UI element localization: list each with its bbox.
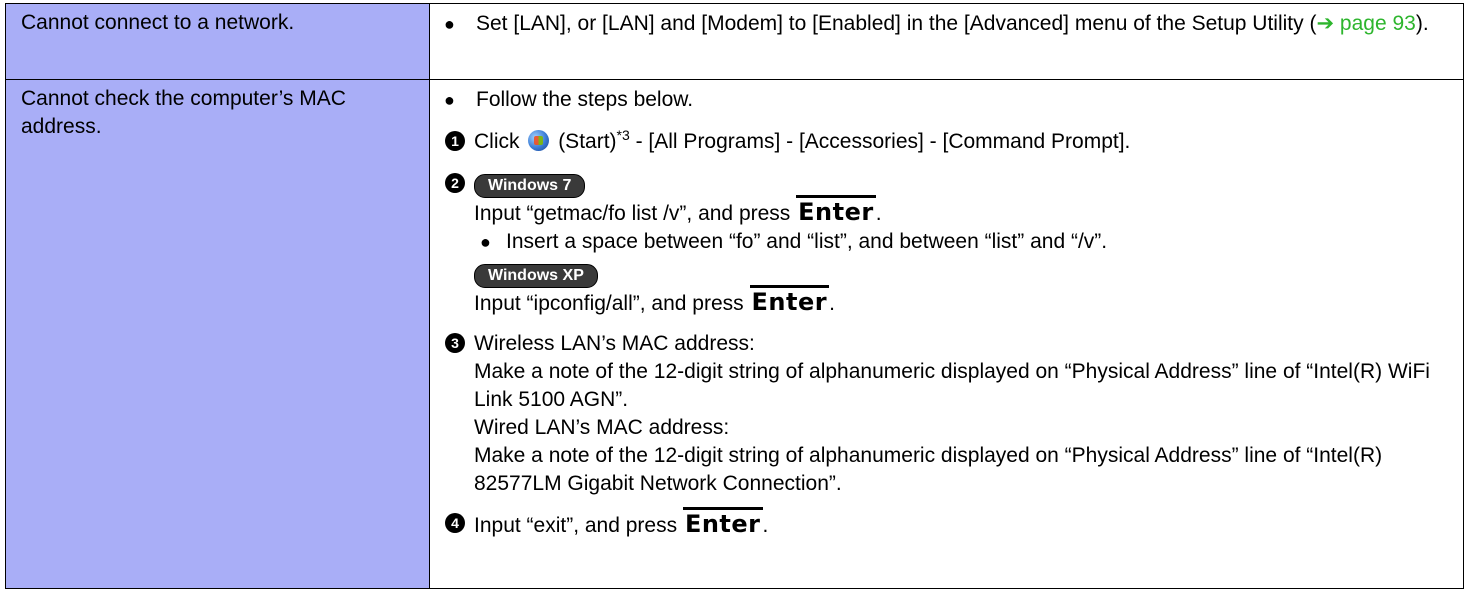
step-4: 4 Input “exit”, and press Enter.: [440, 507, 1455, 540]
step2-win7-text: Input “getmac/fo list /v”, and press: [474, 202, 791, 225]
enter-key: Enter: [749, 285, 830, 316]
page-link[interactable]: page 93: [1340, 12, 1416, 35]
table-row: Cannot check the computer’s MAC address.…: [5, 79, 1464, 589]
enter-key: Enter: [682, 507, 763, 538]
table-row: Cannot connect to a network. ● Set [LAN]…: [5, 3, 1464, 80]
period: .: [829, 292, 835, 315]
step3-line3: Wired LAN’s MAC address:: [474, 416, 730, 439]
bullet-icon: ●: [480, 232, 491, 252]
step3-line1: Wireless LAN’s MAC address:: [474, 332, 755, 355]
step-number: 2: [445, 173, 465, 193]
step2-xp-text: Input “ipconfig/all”, and press: [474, 292, 744, 315]
step-3: 3 Wireless LAN’s MAC address: Make a not…: [440, 330, 1455, 498]
solution-text: Set [LAN], or [LAN] and [Modem] to [Enab…: [476, 12, 1317, 35]
problem-text: Cannot check the computer’s MAC address.: [21, 87, 346, 138]
intro-text: Follow the steps below.: [476, 88, 694, 111]
solution-cell: ● Follow the steps below. 1 Click (Start…: [429, 79, 1464, 589]
step4-text: Input “exit”, and press: [474, 514, 678, 537]
step-number: 4: [445, 513, 465, 533]
footnote-ref: *3: [616, 127, 630, 143]
period: .: [875, 202, 882, 225]
solution-bullet: ● Set [LAN], or [LAN] and [Modem] to [En…: [440, 10, 1455, 38]
step2-note: ● Insert a space between “fo” and “list”…: [474, 228, 1455, 256]
step3-line2: Make a note of the 12-digit string of al…: [474, 360, 1430, 411]
step1-start: (Start): [558, 130, 617, 153]
step-number: 1: [445, 131, 465, 151]
step-2: 2 Windows 7 Input “getmac/fo list /v”, a…: [440, 170, 1455, 318]
step-number: 3: [445, 333, 465, 353]
period: .: [762, 514, 769, 537]
solution-suffix: ).: [1415, 12, 1429, 35]
step1-click: Click: [474, 130, 520, 153]
solution-bullet: ● Follow the steps below.: [440, 86, 1455, 114]
arrow-icon: ➔: [1316, 12, 1335, 35]
step3-line4: Make a note of the 12-digit string of al…: [474, 444, 1383, 495]
os-badge-windowsxp: Windows XP: [474, 264, 598, 288]
os-badge-windows7: Windows 7: [474, 174, 586, 198]
problem-cell: Cannot connect to a network.: [5, 3, 430, 80]
solution-cell: ● Set [LAN], or [LAN] and [Modem] to [En…: [429, 3, 1464, 80]
windows-start-icon: [528, 130, 550, 151]
problem-text: Cannot connect to a network.: [21, 11, 295, 34]
bullet-icon: ●: [444, 14, 455, 34]
step2-note-text: Insert a space between “fo” and “list”, …: [506, 230, 1108, 253]
step1-path: - [All Programs] - [Accessories] - [Comm…: [629, 130, 1131, 153]
step-1: 1 Click (Start)*3 - [All Programs] - [Ac…: [440, 128, 1455, 156]
enter-key: Enter: [796, 195, 876, 226]
bullet-icon: ●: [444, 90, 455, 110]
problem-cell: Cannot check the computer’s MAC address.: [5, 79, 430, 589]
troubleshooting-table: Cannot connect to a network. ● Set [LAN]…: [5, 3, 1464, 589]
